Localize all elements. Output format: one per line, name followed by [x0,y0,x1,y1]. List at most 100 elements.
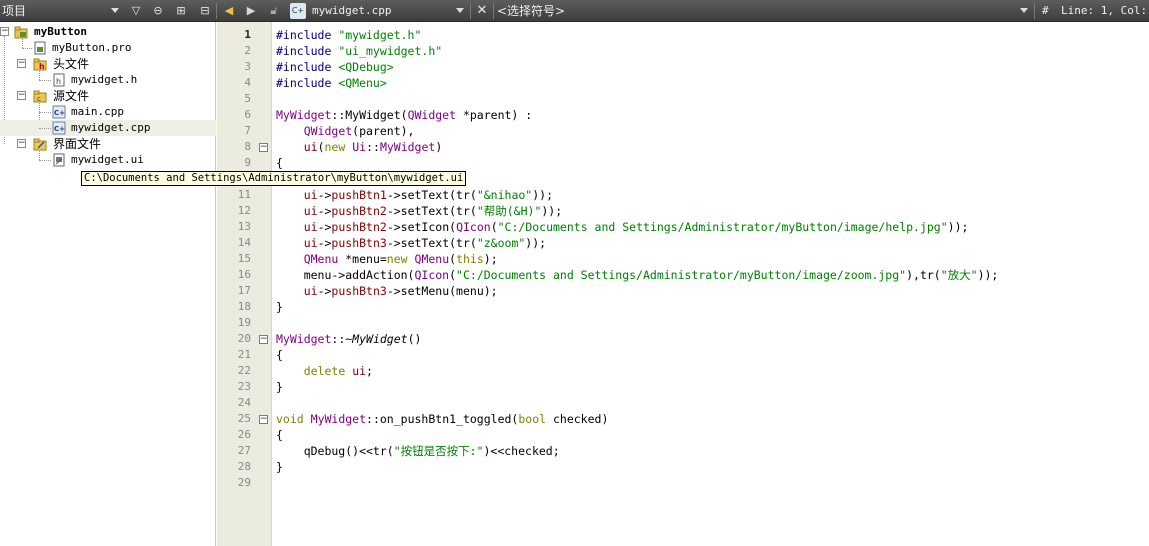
code-token: MyWidget [310,412,367,426]
code-token: MyWidget [352,332,408,346]
code-line: QWidget(parent), [276,123,415,139]
line-number: 19 [237,316,251,329]
header-file-label: mywidget.h [71,73,138,86]
code-token: )); [532,188,553,202]
code-token: -> [317,220,332,234]
code-token: ->setMenu(menu); [386,284,498,298]
close-icon[interactable]: ✕ [474,3,490,19]
code-line: #include <QMenu> [276,75,387,91]
tree-item-pro-file[interactable]: myButton.pro [0,40,216,56]
code-token: ui [303,236,318,250]
code-token: ui [303,284,318,298]
header-file-icon: h [52,73,66,87]
code-line: menu->addAction(QIcon("C:/Documents and … [276,267,999,283]
tree-item-sources[interactable]: − c 源文件 [0,88,216,104]
code-token: qDebug()<<tr( [276,444,394,458]
code-token: ( [490,220,498,234]
code-token: ->setIcon( [386,220,457,234]
code-token: -> [317,236,332,250]
fold-toggle-icon[interactable]: − [259,143,268,152]
code-token: <QMenu> [338,76,387,90]
code-token: "mywidget.h" [338,28,422,42]
code-token: pushBtn1 [331,188,387,202]
symbol-selector[interactable]: <选择符号> [497,0,565,22]
code-editor[interactable]: #include "mywidget.h" #include "ui_mywid… [272,22,1149,546]
code-token: pushBtn3 [331,236,387,250]
code-line: void MyWidget::on_pushBtn1_toggled(bool … [276,411,608,427]
svg-text:C+: C+ [54,109,65,117]
tree-item-header-file[interactable]: h mywidget.h [0,72,216,88]
current-file-name[interactable]: mywidget.cpp [312,0,391,22]
code-token: "C:/Documents and Settings/Administrator… [497,220,948,234]
code-line: } [276,459,283,475]
forms-folder-label: 界面文件 [53,137,102,151]
code-token: "放大" [940,268,978,282]
code-token: } [276,300,283,314]
code-token: )); [977,268,999,282]
code-token: ) [435,140,443,154]
file-chevron-down-icon[interactable] [456,8,464,13]
line-number: 17 [237,284,251,297]
panel-chevron-down-icon[interactable] [111,8,119,13]
pro-file-icon [33,41,47,55]
split-icon[interactable]: ⊞ [173,3,189,19]
path-tooltip: C:\Documents and Settings\Administrator\… [81,171,467,186]
code-token: MyWidget [276,108,332,122]
svg-text:h: h [56,77,61,86]
tree-item-forms[interactable]: − 界面文件 [0,136,216,152]
code-token: <QDebug> [338,60,394,74]
line-number: 27 [237,444,251,457]
main-toolbar: 项目 ▽ ⊖ ⊞ ⊟ ◀ ▶ 🔓︎ C+ mywidget.cpp ✕ <选择符… [0,0,1149,22]
code-token: :: [366,140,380,154]
code-token: )); [947,220,969,234]
link-icon[interactable]: ⊖ [150,3,166,19]
code-token: Ui [352,140,367,154]
code-token: "z&oom" [476,236,526,250]
line-number: 11 [237,188,251,201]
collapse-icon[interactable]: − [17,91,26,100]
code-token: (parent), [352,124,415,138]
collapse-icon[interactable]: − [0,27,9,36]
code-line: MyWidget::MyWidget(QWidget *parent) : [276,107,532,123]
close-panel-icon[interactable]: ⊟ [197,3,213,19]
tree-item-headers[interactable]: − h 头文件 [0,56,216,72]
code-token: pushBtn3 [331,284,387,298]
fold-toggle-icon[interactable]: − [259,415,268,424]
code-token: ); [483,252,498,266]
collapse-icon[interactable]: − [17,139,26,148]
code-line: #include "ui_mywidget.h" [276,43,442,59]
code-line: ui->pushBtn2->setIcon(QIcon("C:/Document… [276,219,969,235]
code-token: ; [366,364,373,378]
line-number: 16 [237,268,251,281]
line-number: 18 [237,300,251,313]
tree-item-form-file[interactable]: mywidget.ui [0,152,216,168]
main-cpp-label: main.cpp [71,105,124,118]
code-token: QWidget [303,124,353,138]
code-token: ->setText(tr( [386,188,477,202]
cpp-file-icon: C+ [290,3,306,19]
code-token: )); [541,204,563,218]
code-line: { [276,347,283,363]
code-token: MyWidget [379,140,436,154]
symbol-chevron-down-icon[interactable] [1020,8,1028,13]
filter-icon[interactable]: ▽ [128,3,144,19]
code-token: QMenu [303,252,339,266]
toolbar-divider [1034,3,1035,19]
forward-arrow-icon[interactable]: ▶ [243,3,259,19]
line-number: 6 [244,108,251,121]
tree-item-project[interactable]: − myButton [0,24,216,40]
tree-item-mywidget-cpp[interactable]: C+ mywidget.cpp [0,120,216,136]
back-arrow-icon[interactable]: ◀ [221,3,237,19]
code-line: ui->pushBtn2->setText(tr("帮助(&H)")); [276,203,562,219]
lock-icon[interactable]: 🔓︎ [266,3,282,19]
line-number: 26 [237,428,251,441]
tree-item-main-cpp[interactable]: C+ main.cpp [0,104,216,120]
collapse-icon[interactable]: − [17,59,26,68]
code-token: ),tr( [906,268,941,282]
code-token: this [456,252,484,266]
fold-toggle-icon[interactable]: − [259,335,268,344]
code-token: delete [303,364,346,378]
